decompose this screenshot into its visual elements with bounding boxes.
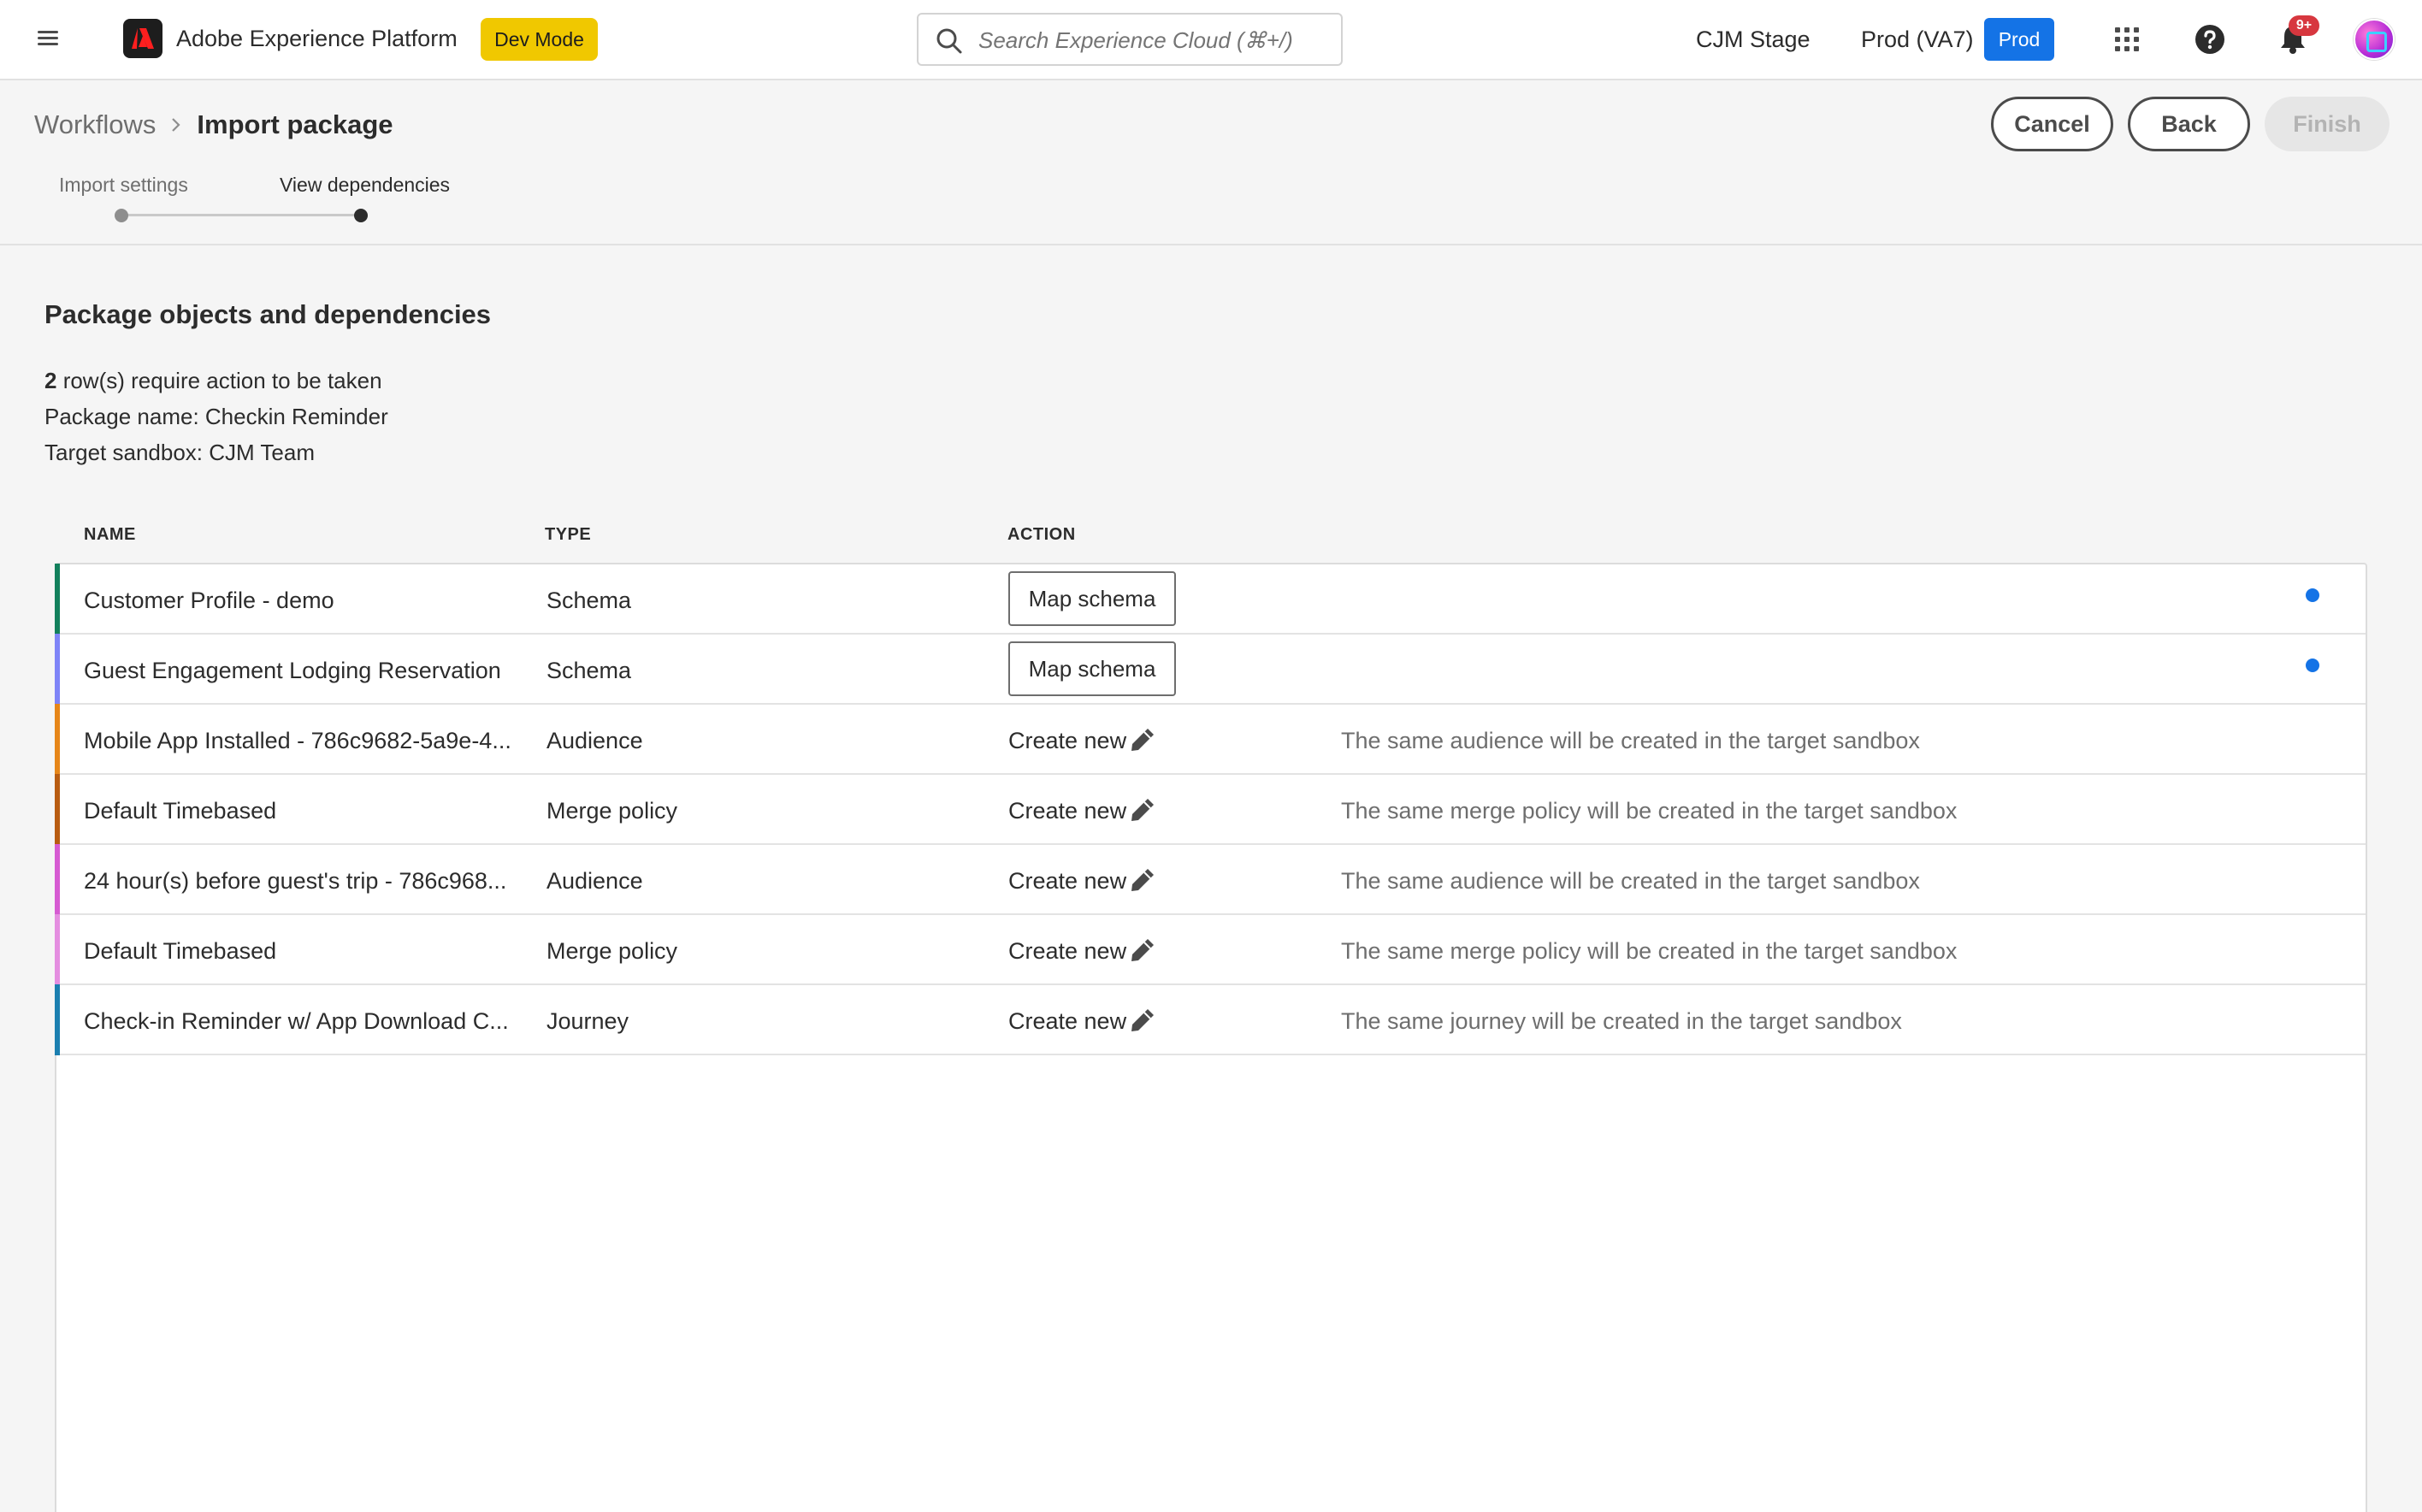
breadcrumb: Workflows Import package	[34, 108, 393, 142]
breadcrumb-workflows[interactable]: Workflows	[34, 109, 156, 140]
pencil-icon[interactable]	[1129, 726, 1156, 753]
row-type: Schema	[546, 588, 632, 613]
table-row[interactable]: Mobile App Installed - 786c9682-5a9e-4..…	[55, 704, 2366, 775]
row-action: Create new	[1008, 868, 1127, 894]
row-name: Mobile App Installed - 786c9682-5a9e-4..…	[84, 728, 511, 753]
row-color-stripe	[55, 564, 60, 635]
chevron-right-icon	[172, 118, 180, 132]
row-action: Create new	[1008, 728, 1127, 753]
table-row[interactable]: Guest Engagement Lodging Reservation Sch…	[55, 634, 2366, 705]
search-icon	[936, 28, 962, 54]
row-color-stripe	[55, 774, 60, 845]
row-color-stripe	[55, 844, 60, 915]
map-schema-button[interactable]: Map schema	[1008, 571, 1176, 626]
target-sandbox: Target sandbox: CJM Team	[44, 440, 315, 465]
app-name[interactable]: Adobe Experience Platform	[176, 26, 458, 52]
sandbox-type-badge: Prod	[1984, 18, 2054, 61]
rows-action-count: 2	[44, 368, 57, 393]
step-marker-import-settings	[115, 209, 128, 222]
help-icon[interactable]	[2195, 24, 2225, 55]
table-row[interactable]: Check-in Reminder w/ App Download C... J…	[55, 984, 2366, 1055]
org-switcher[interactable]: CJM Stage	[1696, 27, 1811, 53]
row-action: Create new	[1008, 1008, 1127, 1034]
notification-count-badge: 9+	[2289, 15, 2319, 36]
row-description: The same journey will be created in the …	[1341, 1008, 1902, 1034]
dependencies-table: Customer Profile - demo Schema Map schem…	[55, 563, 2367, 1512]
map-schema-button[interactable]: Map schema	[1008, 641, 1176, 696]
sandbox-switcher[interactable]: Prod (VA7)	[1861, 27, 1974, 53]
back-button[interactable]: Back	[2128, 97, 2250, 151]
adobe-logo-icon[interactable]	[123, 19, 162, 58]
row-action: Create new	[1008, 798, 1127, 824]
header-divider	[0, 244, 2422, 245]
section-title: Package objects and dependencies	[44, 299, 492, 329]
rows-action-summary: 2 row(s) require action to be taken	[44, 368, 382, 394]
column-header-action: ACTION	[1007, 525, 1076, 544]
menu-icon[interactable]	[34, 26, 62, 51]
action-required-indicator	[2306, 659, 2319, 672]
rows-action-text: row(s) require action to be taken	[56, 368, 382, 393]
table-row[interactable]: Customer Profile - demo Schema Map schem…	[55, 564, 2366, 635]
table-row[interactable]: Default Timebased Merge policy Create ne…	[55, 914, 2366, 985]
step-import-settings[interactable]: Import settings	[59, 174, 188, 197]
table-row[interactable]: Default Timebased Merge policy Create ne…	[55, 774, 2366, 845]
row-name: 24 hour(s) before guest's trip - 786c968…	[84, 868, 507, 894]
page-title: Import package	[197, 109, 393, 139]
row-color-stripe	[55, 634, 60, 705]
table-row[interactable]: 24 hour(s) before guest's trip - 786c968…	[55, 844, 2366, 915]
search-input[interactable]	[978, 23, 1329, 57]
row-name: Check-in Reminder w/ App Download C...	[84, 1008, 509, 1034]
step-view-dependencies[interactable]: View dependencies	[280, 174, 450, 197]
package-name: Package name: Checkin Reminder	[44, 404, 388, 429]
column-header-type: TYPE	[545, 525, 592, 544]
row-type: Audience	[546, 728, 643, 753]
row-description: The same audience will be created in the…	[1341, 868, 1920, 894]
stepper-track	[121, 214, 361, 216]
row-description: The same audience will be created in the…	[1341, 728, 1920, 753]
column-header-name: NAME	[84, 525, 136, 544]
user-avatar[interactable]	[2354, 19, 2395, 60]
step-marker-view-dependencies	[354, 209, 368, 222]
finish-button[interactable]: Finish	[2265, 97, 2390, 151]
shell-header: Adobe Experience Platform Dev Mode CJM S…	[0, 0, 2422, 80]
search-box[interactable]	[917, 13, 1343, 66]
row-color-stripe	[55, 704, 60, 775]
action-required-indicator	[2306, 588, 2319, 602]
pencil-icon[interactable]	[1129, 796, 1156, 824]
row-color-stripe	[55, 984, 60, 1055]
row-type: Merge policy	[546, 938, 678, 964]
row-description: The same merge policy will be created in…	[1341, 798, 1958, 824]
row-action: Create new	[1008, 938, 1127, 964]
row-name: Default Timebased	[84, 938, 277, 964]
row-name: Customer Profile - demo	[84, 588, 334, 613]
cancel-button[interactable]: Cancel	[1991, 97, 2113, 151]
pencil-icon[interactable]	[1129, 936, 1156, 964]
row-type: Journey	[546, 1008, 629, 1034]
row-type: Merge policy	[546, 798, 678, 824]
row-name: Guest Engagement Lodging Reservation	[84, 658, 501, 683]
row-name: Default Timebased	[84, 798, 277, 824]
row-color-stripe	[55, 914, 60, 985]
apps-grid-icon[interactable]	[2113, 26, 2141, 53]
pencil-icon[interactable]	[1129, 866, 1156, 894]
dev-mode-badge: Dev Mode	[481, 18, 598, 61]
row-description: The same merge policy will be created in…	[1341, 938, 1958, 964]
row-type: Audience	[546, 868, 643, 894]
row-type: Schema	[546, 658, 632, 683]
pencil-icon[interactable]	[1129, 1007, 1156, 1034]
